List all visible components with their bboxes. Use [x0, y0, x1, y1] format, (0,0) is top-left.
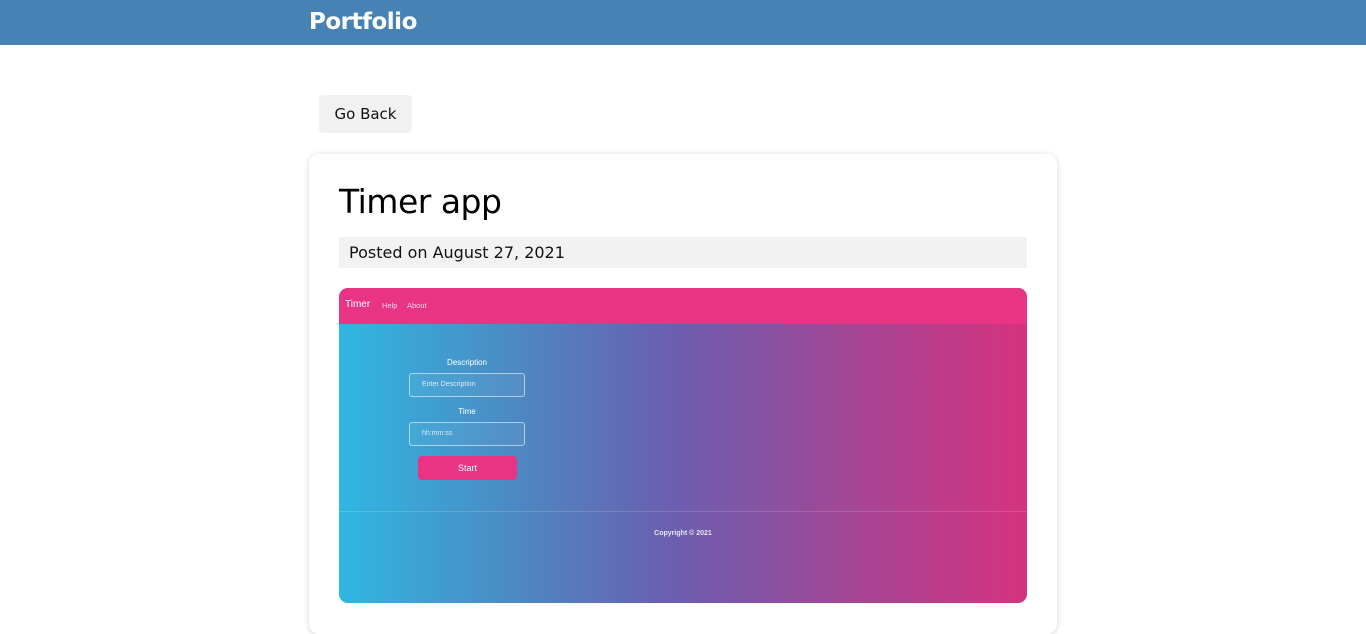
post-card: Timer app Posted on August 27, 2021 Time… [309, 154, 1057, 634]
screenshot-app-brand: Timer [345, 299, 371, 310]
go-back-button[interactable]: Go Back [319, 95, 412, 133]
screenshot-description-label: Description [446, 358, 487, 367]
screenshot-time-label: Time [458, 407, 476, 416]
post-date: Posted on August 27, 2021 [339, 237, 1027, 268]
top-navbar: Portfolio [0, 0, 1366, 45]
screenshot-time-input: hh:mm:ss [409, 422, 525, 446]
screenshot-start-button: Start [418, 456, 517, 480]
screenshot-nav-about: About [407, 301, 427, 310]
project-screenshot: Timer Help About Description Enter Descr… [339, 288, 1027, 603]
screenshot-description-input: Enter Description [409, 373, 525, 397]
screenshot-navbar: Timer Help About [339, 288, 1027, 324]
post-title: Timer app [339, 182, 502, 221]
screenshot-footer: Copyright © 2021 [654, 530, 712, 537]
site-brand[interactable]: Portfolio [309, 7, 417, 37]
screenshot-nav-help: Help [382, 301, 398, 310]
screenshot-divider [339, 511, 1027, 512]
